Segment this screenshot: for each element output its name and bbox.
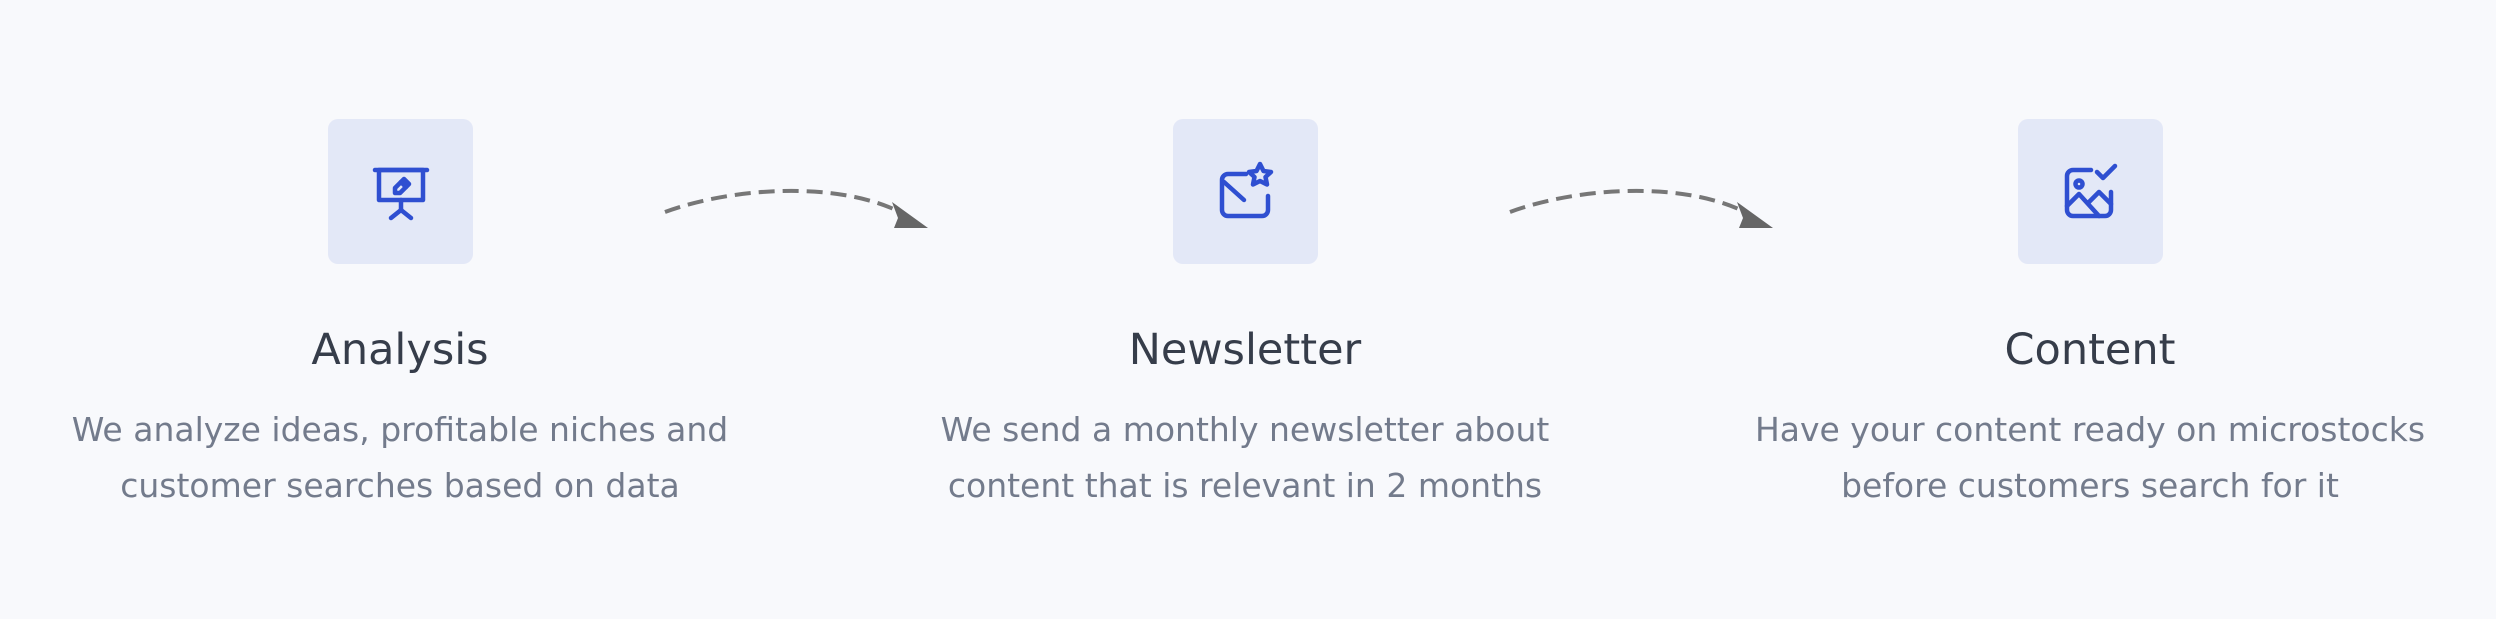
- presentation-board-icon: [372, 167, 429, 220]
- process-steps: Analysis We analyze ideas, profitable ni…: [0, 0, 2496, 619]
- icon-tile: [2018, 119, 2163, 264]
- icon-tile: [328, 119, 473, 264]
- step-title: Analysis: [311, 325, 489, 375]
- step-description: We send a monthly newsletter about conte…: [940, 410, 1550, 505]
- dashed-curved-arrow-icon: [664, 188, 928, 228]
- step-title: Newsletter: [1128, 325, 1362, 375]
- step-title: Content: [2004, 325, 2176, 375]
- mail-star-icon: [1219, 161, 1273, 218]
- image-check-icon: [2064, 163, 2117, 218]
- dashed-curved-arrow-icon: [1509, 188, 1773, 228]
- step-description: Have your content ready on microstocks b…: [1754, 410, 2426, 505]
- step-description: We analyze ideas, profitable niches and …: [71, 410, 729, 505]
- icon-tile: [1173, 119, 1318, 264]
